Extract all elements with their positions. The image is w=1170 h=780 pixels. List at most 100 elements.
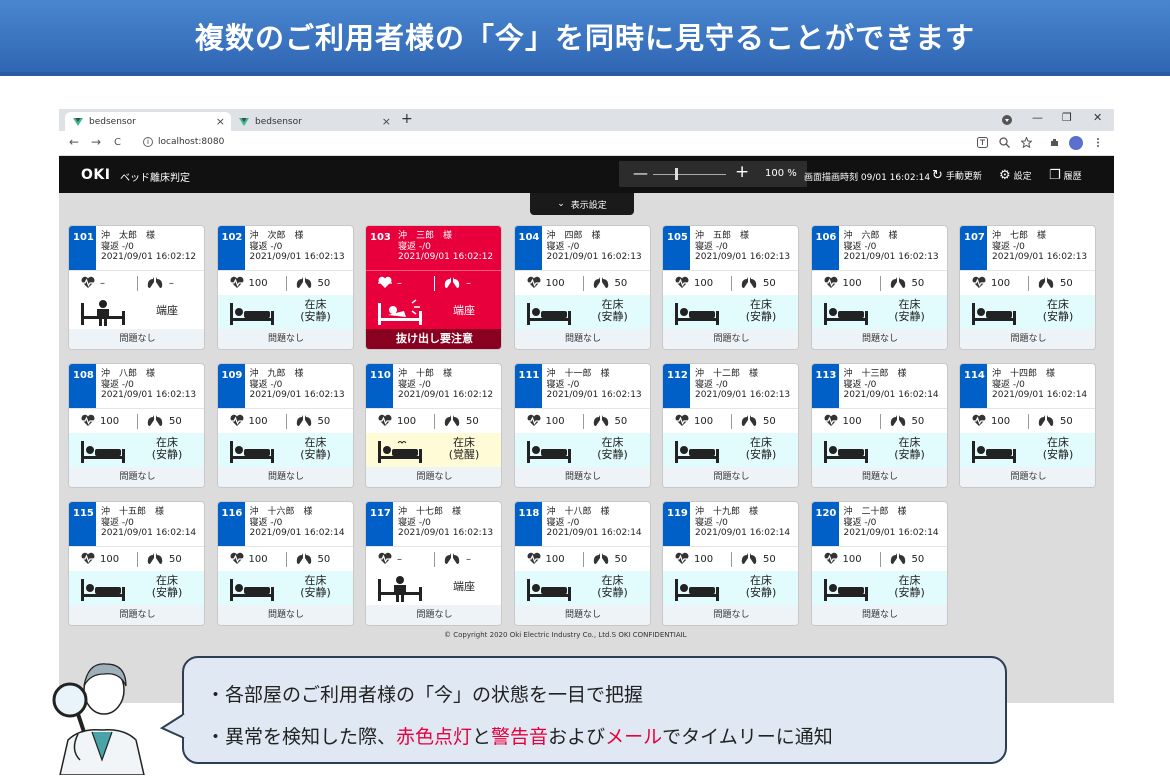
display-settings-button[interactable]: ⌄ 表示設定: [530, 193, 634, 215]
reload-button[interactable]: C: [114, 137, 121, 148]
heart-rate: 100: [248, 278, 268, 289]
room-card-111[interactable]: 111 沖 十一郎 様寝返 -/0 2021/09/01 16:02:13 100 50…: [513, 363, 651, 488]
copyright-text: © Copyright 2020 Oki Electric Industry C…: [444, 631, 687, 639]
site-info-icon[interactable]: i: [143, 137, 153, 147]
room-card-104[interactable]: 104 沖 四郎 様寝返 -/0 2021/09/01 16:02:13 100 50 在…: [513, 225, 651, 350]
zoom-out-button[interactable]: —: [633, 164, 648, 182]
lungs-icon: [147, 276, 163, 292]
room-card-110[interactable]: 110 沖 十郎 様寝返 -/0 2021/09/01 16:02:12 100 50 在…: [365, 363, 502, 488]
room-card-107[interactable]: 107 沖 七郎 様寝返 -/0 2021/09/01 16:02:13 100 50 在…: [959, 225, 1096, 350]
zoom-search-icon[interactable]: [999, 137, 1010, 148]
translate-icon[interactable]: [977, 137, 988, 148]
room-card-101[interactable]: 101 沖 太郎 様寝返 -/0 2021/09/01 16:02:12– – 端座 問題…: [68, 225, 205, 350]
vue-logo-icon: [73, 117, 83, 126]
status-message: 問題なし: [960, 467, 1095, 487]
tab-close-icon[interactable]: ×: [382, 115, 391, 128]
heart-rate: 100: [100, 416, 120, 427]
room-card-105[interactable]: 105 沖 五郎 様寝返 -/0 2021/09/01 16:02:13 100 50 在…: [662, 225, 799, 350]
vitals-row: 100 50: [69, 408, 204, 433]
heart-rate: 100: [694, 554, 714, 565]
room-card-114[interactable]: 114 沖 十四郎 様寝返 -/0 2021/09/01 16:02:14 100 50…: [959, 363, 1096, 488]
new-tab-button[interactable]: +: [401, 111, 413, 127]
room-card-102[interactable]: 102 沖 次郎 様寝返 -/0 2021/09/01 16:02:13 100 50 在…: [216, 225, 354, 350]
room-card-119[interactable]: 119 沖 十九郎 様寝返 -/0 2021/09/01 16:02:14 100 50…: [662, 501, 799, 626]
extensions-icon[interactable]: [1049, 137, 1060, 148]
settings-button[interactable]: ⚙ 設定: [999, 168, 1032, 183]
lungs-icon: [444, 276, 460, 292]
bed-status: 在床 (安静): [69, 571, 204, 605]
room-card-112[interactable]: 112 沖 十二郎 様寝返 -/0 2021/09/01 16:02:13 100 50…: [662, 363, 799, 488]
status-text: 端座: [156, 304, 178, 317]
zoom-in-button[interactable]: +: [735, 162, 749, 182]
browser-tab-2[interactable]: bedsensor ×: [231, 112, 397, 131]
lungs-icon: [296, 414, 312, 430]
vitals-row: 100 50: [811, 270, 947, 295]
history-label: 履歴: [1063, 172, 1082, 182]
menu-kebab-icon[interactable]: [1096, 137, 1100, 148]
room-number: 101: [69, 226, 96, 270]
resident-info: 沖 八郎 様寝返 -/0 2021/09/01 16:02:13: [101, 369, 197, 400]
status-message: 問題なし: [69, 329, 204, 349]
room-card-109[interactable]: 109 沖 九郎 様寝返 -/0 2021/09/01 16:02:13 100 50 在…: [216, 363, 354, 488]
breath-rate: –: [466, 278, 471, 289]
vitals-row: 100 50: [514, 270, 650, 295]
status-message: 問題なし: [217, 467, 353, 487]
vitals-row: 100 50: [217, 270, 353, 295]
room-card-118[interactable]: 118 沖 十八郎 様寝返 -/0 2021/09/01 16:02:14 100 50…: [513, 501, 651, 626]
bed-status: 在床 (安静): [663, 571, 798, 605]
profile-menu-icon[interactable]: [1002, 115, 1012, 125]
resident-info: 沖 次郎 様寝返 -/0 2021/09/01 16:02:13: [249, 231, 345, 262]
avatar[interactable]: [1069, 136, 1083, 150]
heart-pulse-icon: [377, 552, 393, 568]
bed-status: 端座: [366, 571, 501, 605]
room-card-120[interactable]: 120 沖 二十郎 様寝返 -/0 2021/09/01 16:02:14 100 50…: [810, 501, 948, 626]
browser-tab-1[interactable]: bedsensor ×: [65, 112, 231, 131]
heart-rate: –: [100, 278, 105, 289]
room-card-116[interactable]: 116 沖 十六郎 様寝返 -/0 2021/09/01 16:02:14 100 50…: [216, 501, 354, 626]
gear-icon: ⚙: [999, 168, 1011, 183]
vitals-row: 100 50: [663, 408, 798, 433]
manual-refresh-button[interactable]: ↻ 手動更新: [932, 168, 982, 183]
room-card-103[interactable]: 103 沖 三郎 様寝返 -/0 2021/09/01 16:02:12– – 端座 抜け…: [365, 225, 502, 350]
forward-button[interactable]: →: [91, 135, 101, 149]
breath-rate: 50: [763, 554, 776, 565]
callout-highlight: メール: [605, 726, 663, 748]
heart-pulse-icon: [971, 276, 987, 292]
history-button[interactable]: ❐ 履歴: [1049, 168, 1082, 183]
card-header: 107 沖 七郎 様寝返 -/0 2021/09/01 16:02:13: [960, 226, 1095, 270]
lungs-icon: [444, 414, 460, 430]
card-header: 101 沖 太郎 様寝返 -/0 2021/09/01 16:02:12: [69, 226, 204, 270]
lungs-icon: [296, 276, 312, 292]
vitals-row: 100 50: [217, 408, 353, 433]
back-button[interactable]: ←: [69, 135, 79, 149]
vitals-row: – –: [366, 270, 501, 295]
lungs-icon: [593, 276, 609, 292]
lungs-icon: [296, 552, 312, 568]
status-text: 在床 (安静): [597, 574, 628, 599]
room-card-115[interactable]: 115 沖 十五郎 様寝返 -/0 2021/09/01 16:02:14 100 50…: [68, 501, 205, 626]
room-card-113[interactable]: 113 沖 十三郎 様寝返 -/0 2021/09/01 16:02:14 100 50…: [810, 363, 948, 488]
render-time: 画面描画時刻 09/01 16:02:14: [804, 173, 931, 183]
person-in-bed-icon: [822, 437, 870, 465]
tab-close-icon[interactable]: ×: [216, 115, 225, 128]
person-in-bed-icon: [673, 437, 721, 465]
close-window-button[interactable]: ✕: [1093, 111, 1102, 124]
vitals-row: 100 50: [69, 546, 204, 571]
minimize-button[interactable]: —: [1032, 111, 1043, 124]
resident-info: 沖 十九郎 様寝返 -/0 2021/09/01 16:02:14: [695, 507, 791, 538]
breath-rate: 50: [169, 416, 182, 427]
heart-pulse-icon: [229, 414, 245, 430]
restore-button[interactable]: ❐: [1062, 111, 1072, 124]
status-message: 問題なし: [663, 329, 798, 349]
room-card-106[interactable]: 106 沖 六郎 様寝返 -/0 2021/09/01 16:02:13 100 50 在…: [810, 225, 948, 350]
url-field[interactable]: i localhost:8080: [143, 137, 224, 147]
room-card-117[interactable]: 117 沖 十七郎 様寝返 -/0 2021/09/01 16:02:13– – 端座問…: [365, 501, 502, 626]
zoom-slider-handle[interactable]: [674, 168, 678, 180]
zoom-slider-track[interactable]: [653, 174, 726, 175]
bookmark-star-icon[interactable]: [1021, 137, 1032, 148]
resident-info: 沖 七郎 様寝返 -/0 2021/09/01 16:02:13: [992, 231, 1088, 262]
breath-rate: 50: [911, 416, 925, 427]
room-card-108[interactable]: 108 沖 八郎 様寝返 -/0 2021/09/01 16:02:13 100 50 在…: [68, 363, 205, 488]
status-text: 在床 (安静): [894, 436, 925, 461]
vitals-row: 100 50: [514, 546, 650, 571]
